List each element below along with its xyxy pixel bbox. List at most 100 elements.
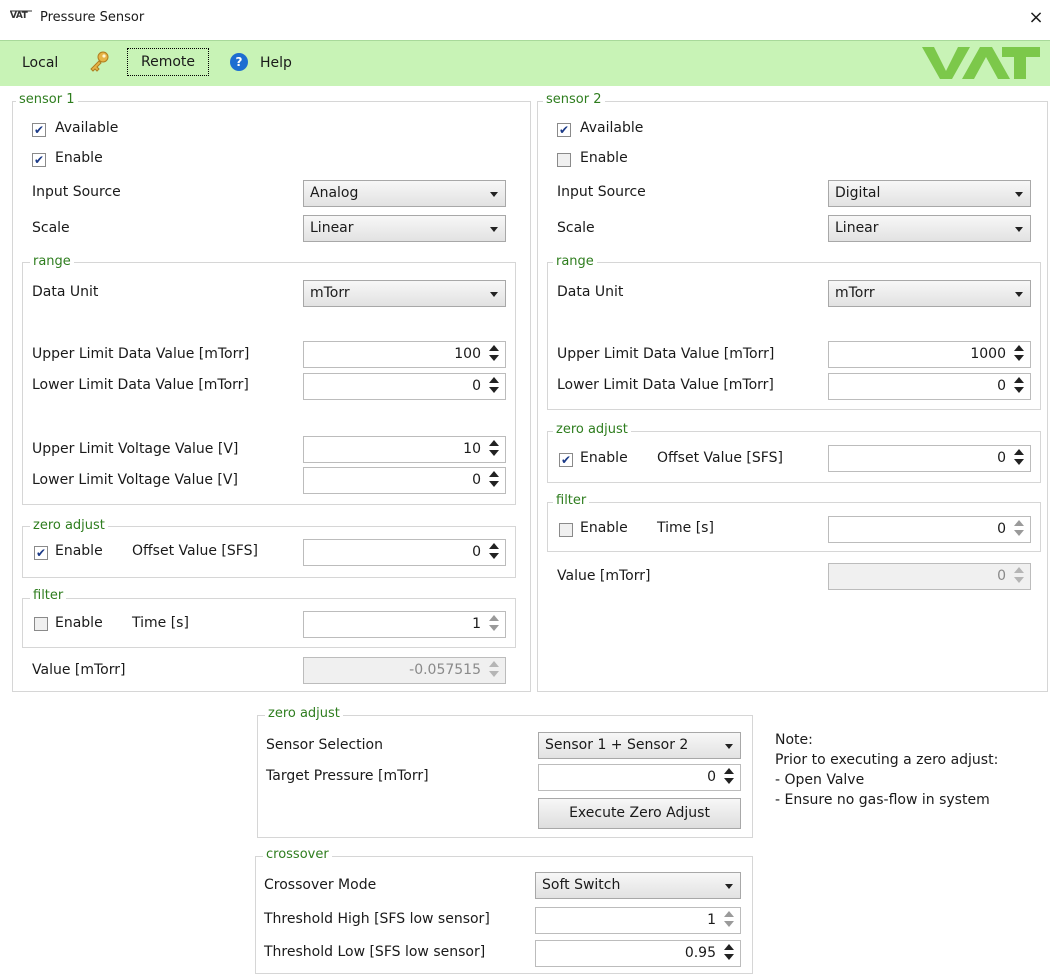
- spin-arrows-icon[interactable]: [724, 911, 734, 929]
- sensor1-title: sensor 1: [16, 92, 78, 107]
- sensor2-offset-spinner[interactable]: 0: [828, 445, 1031, 472]
- crossover-mode-select[interactable]: Soft Switch: [535, 872, 741, 899]
- sensor1-data-unit-label: Data Unit: [32, 284, 99, 300]
- sensor2-upper-data-spinner[interactable]: 1000: [828, 341, 1031, 368]
- target-pressure-value: 0: [707, 769, 716, 785]
- sensor1-input-source-value: Analog: [310, 185, 359, 201]
- sensor1-available-label: Available: [55, 120, 119, 136]
- sensor1-upper-voltage-spinner[interactable]: 10: [303, 436, 506, 463]
- threshold-high-spinner[interactable]: 1: [535, 907, 741, 934]
- sensor1-data-unit-select[interactable]: mTorr: [303, 280, 506, 307]
- app-logo-icon: VAT: [10, 10, 34, 23]
- sensor1-filter-enable-checkbox[interactable]: [34, 617, 48, 631]
- sensor1-upper-data-spinner[interactable]: 100: [303, 341, 506, 368]
- sensor1-input-source-label: Input Source: [32, 184, 121, 200]
- sensor1-offset-value: 0: [472, 544, 481, 560]
- sensor1-offset-spinner[interactable]: 0: [303, 539, 506, 566]
- spin-arrows-icon[interactable]: [724, 944, 734, 962]
- sensor2-time-spinner[interactable]: 0: [828, 516, 1031, 543]
- sensor2-title: sensor 2: [543, 92, 605, 107]
- crossover-mode-value: Soft Switch: [542, 877, 621, 893]
- sensor1-lower-voltage-spinner[interactable]: 0: [303, 467, 506, 494]
- spin-arrows-icon[interactable]: [724, 768, 734, 786]
- sensor2-input-source-value: Digital: [835, 185, 881, 201]
- threshold-low-spinner[interactable]: 0.95: [535, 940, 741, 967]
- sensor1-time-value: 1: [472, 616, 481, 632]
- target-pressure-label: Target Pressure [mTorr]: [266, 768, 429, 784]
- sensor2-filter-enable-label: Enable: [580, 520, 628, 536]
- sensor2-lower-data-value: 0: [997, 378, 1006, 394]
- sensor1-enable-checkbox[interactable]: ✔: [32, 153, 46, 167]
- sensor1-scale-select[interactable]: Linear: [303, 215, 506, 242]
- sensor2-upper-data-label: Upper Limit Data Value [mTorr]: [557, 346, 775, 362]
- sensor1-available-checkbox[interactable]: ✔: [32, 123, 46, 137]
- spin-arrows-icon[interactable]: [1014, 345, 1024, 363]
- spin-arrows-icon[interactable]: [489, 345, 499, 363]
- sensor2-data-unit-label: Data Unit: [557, 284, 624, 300]
- sensor2-scale-value: Linear: [835, 220, 879, 236]
- sensor2-lower-data-spinner[interactable]: 0: [828, 373, 1031, 400]
- sensor2-available-label: Available: [580, 120, 644, 136]
- local-button[interactable]: Local: [22, 52, 58, 74]
- sensor1-enable-label: Enable: [55, 150, 103, 166]
- sensor1-time-spinner[interactable]: 1: [303, 611, 506, 638]
- sensor2-input-source-label: Input Source: [557, 184, 646, 200]
- crossover-title: crossover: [263, 847, 332, 862]
- sensor1-upper-voltage-value: 10: [463, 441, 481, 457]
- sensor1-zero-enable-checkbox[interactable]: ✔: [34, 546, 48, 560]
- spin-arrows-icon[interactable]: [489, 471, 499, 489]
- sensor2-value-readout: 0: [997, 568, 1006, 584]
- sensor-selection-select[interactable]: Sensor 1 + Sensor 2: [538, 732, 741, 759]
- sensor2-input-source-select[interactable]: Digital: [828, 180, 1031, 207]
- sensor2-data-unit-select[interactable]: mTorr: [828, 280, 1031, 307]
- spin-arrows-icon[interactable]: [489, 377, 499, 395]
- sensor1-zero-adjust-title: zero adjust: [30, 518, 108, 533]
- sensor1-range-title: range: [30, 254, 74, 269]
- sensor2-enable-checkbox[interactable]: [557, 153, 571, 167]
- note-line-2: - Open Valve: [775, 772, 865, 788]
- sensor2-zero-enable-label: Enable: [580, 450, 628, 466]
- threshold-high-value: 1: [707, 912, 716, 928]
- chevron-down-icon: [490, 292, 498, 297]
- sensor1-upper-voltage-label: Upper Limit Voltage Value [V]: [32, 441, 239, 457]
- spin-arrows-icon[interactable]: [1014, 377, 1024, 395]
- sensor2-filter-title: filter: [553, 493, 590, 508]
- sensor2-data-unit-value: mTorr: [835, 285, 875, 301]
- sensor1-scale-value: Linear: [310, 220, 354, 236]
- spin-arrows-icon[interactable]: [489, 615, 499, 633]
- zero-adjust-title: zero adjust: [265, 706, 343, 721]
- spin-arrows-icon[interactable]: [1014, 449, 1024, 467]
- sensor1-scale-label: Scale: [32, 220, 70, 236]
- sensor1-upper-data-value: 100: [454, 346, 481, 362]
- sensor2-available-checkbox[interactable]: ✔: [557, 123, 571, 137]
- spin-arrows-icon[interactable]: [1014, 520, 1024, 538]
- help-icon[interactable]: ?: [230, 53, 248, 71]
- sensor1-zero-enable-label: Enable: [55, 543, 103, 559]
- sensor2-filter-enable-checkbox[interactable]: [559, 523, 573, 537]
- sensor1-data-unit-value: mTorr: [310, 285, 350, 301]
- sensor2-scale-select[interactable]: Linear: [828, 215, 1031, 242]
- execute-zero-adjust-button[interactable]: Execute Zero Adjust: [538, 798, 741, 829]
- sensor1-offset-label: Offset Value [SFS]: [132, 543, 258, 559]
- sensor1-lower-data-label: Lower Limit Data Value [mTorr]: [32, 377, 249, 393]
- chevron-down-icon: [490, 192, 498, 197]
- sensor1-input-source-select[interactable]: Analog: [303, 180, 506, 207]
- remote-button[interactable]: Remote: [127, 48, 209, 76]
- sensor2-time-label: Time [s]: [657, 520, 714, 536]
- sensor1-value-readout: -0.057515: [409, 662, 481, 678]
- close-icon[interactable]: ×: [1026, 8, 1046, 28]
- chevron-down-icon: [725, 744, 733, 749]
- target-pressure-spinner[interactable]: 0: [538, 764, 741, 791]
- note-line-1: Prior to executing a zero adjust:: [775, 752, 999, 768]
- sensor2-offset-label: Offset Value [SFS]: [657, 450, 783, 466]
- chevron-down-icon: [1015, 292, 1023, 297]
- help-button[interactable]: Help: [260, 52, 292, 74]
- sensor2-zero-enable-checkbox[interactable]: ✔: [559, 453, 573, 467]
- spin-arrows-icon: [489, 661, 499, 679]
- sensor1-lower-voltage-value: 0: [472, 472, 481, 488]
- sensor1-lower-data-spinner[interactable]: 0: [303, 373, 506, 400]
- spin-arrows-icon[interactable]: [489, 543, 499, 561]
- vat-logo: [922, 43, 1040, 87]
- spin-arrows-icon[interactable]: [489, 440, 499, 458]
- sensor2-value-label: Value [mTorr]: [557, 568, 651, 584]
